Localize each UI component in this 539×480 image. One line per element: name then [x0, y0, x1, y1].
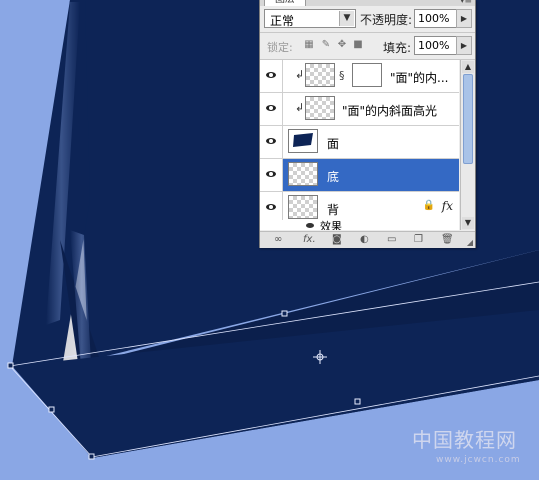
panel-bottom-toolbar: ∞ fx. ◙ ◐ ▭ ❐ 🗑 ◢ — [260, 231, 475, 248]
visibility-toggle[interactable] — [260, 93, 283, 125]
new-layer-icon[interactable]: ❐ — [414, 234, 423, 245]
layer-name[interactable]: 底 — [327, 168, 339, 185]
opacity-slider-button[interactable]: ▶ — [456, 9, 472, 28]
opacity-label: 不透明度: — [360, 13, 413, 27]
scroll-down-icon[interactable]: ▼ — [462, 217, 474, 229]
layer-row[interactable]: 面 — [260, 126, 459, 159]
lock-paint-icon[interactable]: ✎ — [320, 39, 332, 51]
eye-icon[interactable] — [266, 171, 276, 177]
lock-label: 锁定: — [267, 41, 293, 54]
eye-icon[interactable] — [306, 223, 314, 228]
fill-slider-button[interactable]: ▶ — [456, 36, 472, 55]
clipping-arrow-icon: ↲ — [295, 68, 305, 81]
fill-field[interactable]: 100% — [414, 36, 460, 55]
visibility-toggle[interactable] — [260, 126, 283, 158]
blend-mode-select[interactable]: 正常 ▼ — [264, 9, 356, 28]
handle-left[interactable] — [7, 362, 14, 369]
visibility-toggle[interactable] — [260, 60, 283, 92]
face-shape-icon — [293, 133, 313, 147]
layer-row[interactable]: ↲ § "面"的内... — [260, 60, 459, 93]
fill-label: 填充: — [383, 41, 412, 55]
fx-icon[interactable]: fx. — [303, 234, 316, 245]
layer-row-selected[interactable]: 底 — [260, 159, 459, 192]
scroll-up-icon[interactable]: ▲ — [462, 61, 474, 73]
eye-icon[interactable] — [266, 138, 276, 144]
layer-name[interactable]: 背 — [327, 201, 339, 218]
layers-panel[interactable]: 图层 ▾≡ 正常 ▼ 不透明度: 100% ▶ 锁定: ▦ ✎ ✥ ■ 填充: … — [259, 0, 476, 248]
layer-thumbnail[interactable] — [288, 162, 318, 186]
handle-bottom[interactable] — [88, 453, 95, 460]
handle-mid-left[interactable] — [48, 406, 55, 413]
mask-icon[interactable]: ◙ — [332, 234, 342, 245]
eye-icon[interactable] — [266, 105, 276, 111]
clipping-arrow-icon: ↲ — [295, 101, 305, 114]
layer-thumbnail[interactable] — [288, 195, 318, 219]
layer-mask-thumbnail[interactable] — [352, 63, 382, 87]
resize-grip-icon[interactable]: ◢ — [467, 238, 473, 247]
blend-row: 正常 ▼ 不透明度: 100% ▶ — [260, 6, 475, 33]
lock-all-icon[interactable]: ■ — [352, 39, 364, 51]
layer-thumbnail[interactable] — [305, 96, 335, 120]
watermark-text: 中国教程网 — [412, 428, 517, 452]
handle-bottom-mid[interactable] — [354, 398, 361, 405]
layers-scrollbar[interactable]: ▲ ▼ — [460, 60, 475, 230]
opacity-field[interactable]: 100% — [414, 9, 460, 28]
layer-thumbnail[interactable] — [288, 129, 318, 153]
visibility-toggle[interactable] — [260, 192, 283, 220]
trash-icon[interactable]: 🗑 — [441, 234, 454, 245]
lock-row: 锁定: ▦ ✎ ✥ ■ 填充: 100% ▶ — [260, 33, 475, 60]
layer-row[interactable]: ↲ "面"的内斜面高光 — [260, 93, 459, 126]
lock-icon: 🔒 — [422, 200, 435, 211]
layer-name[interactable]: "面"的内斜面高光 — [342, 102, 437, 119]
layer-name[interactable]: "面"的内... — [390, 69, 448, 86]
layer-thumbnail[interactable] — [305, 63, 335, 87]
lock-move-icon[interactable]: ✥ — [336, 39, 348, 51]
layers-list[interactable]: ↲ § "面"的内... ↲ "面"的内斜面高光 面 底 背 🔒 fx 效果 — [260, 60, 459, 230]
adjustment-icon[interactable]: ◐ — [360, 234, 369, 245]
lock-transparency-icon[interactable]: ▦ — [303, 39, 315, 51]
chevron-down-icon[interactable]: ▼ — [339, 11, 354, 26]
effects-label: 效果 — [320, 220, 342, 230]
eye-icon[interactable] — [266, 72, 276, 78]
layer-row[interactable]: 背 🔒 fx 效果 — [260, 192, 459, 230]
blend-mode-value: 正常 — [270, 14, 295, 28]
handle-top[interactable] — [281, 310, 288, 317]
layer-name[interactable]: 面 — [327, 135, 339, 152]
link-icon[interactable]: ∞ — [274, 234, 282, 245]
chain-link-icon[interactable]: § — [339, 69, 345, 82]
watermark-url: www.jcwcn.com — [436, 455, 521, 465]
effects-row[interactable]: 效果 — [260, 220, 459, 230]
visibility-toggle[interactable] — [260, 159, 283, 191]
eye-icon[interactable] — [266, 204, 276, 210]
fx-icon[interactable]: fx — [442, 199, 453, 213]
folder-icon[interactable]: ▭ — [387, 234, 396, 245]
scrollbar-thumb[interactable] — [463, 74, 473, 164]
